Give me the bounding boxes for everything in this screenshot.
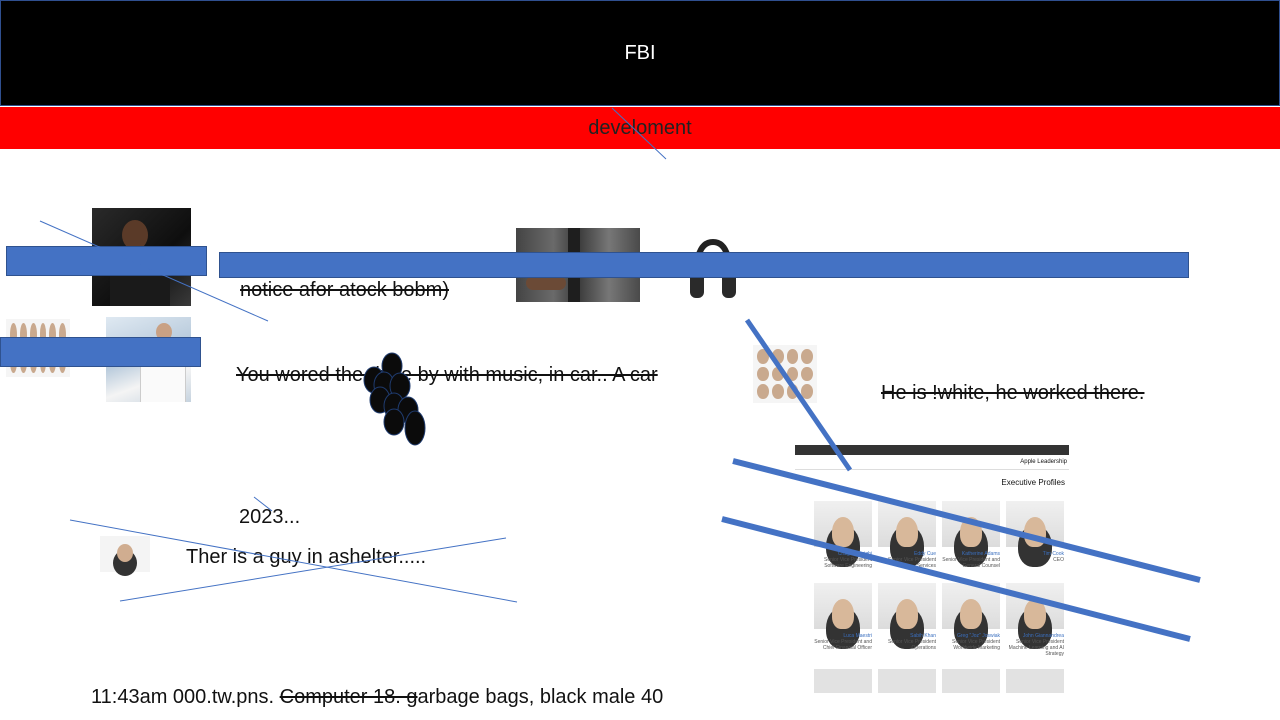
- exec-card: Luca Maestri Senior Vice President and C…: [814, 583, 872, 651]
- exec-card: Katherine Adams Senior Vice President an…: [942, 501, 1000, 569]
- header-title: FBI: [624, 42, 656, 64]
- redaction-bar: [6, 246, 207, 276]
- thumbnail-grid-right: [753, 345, 817, 403]
- white-text: He is !white, he worked there.: [881, 382, 1145, 404]
- page-breadcrumb: Apple Leadership: [1020, 459, 1067, 465]
- notice-text: notice afor atock bobm): [240, 279, 449, 301]
- executive-profiles-heading: Executive Profiles: [1001, 478, 1065, 487]
- exec-card: Tim Cook CEO: [1006, 501, 1064, 563]
- exec-card: Eddy Cue Senior Vice President Services: [878, 501, 936, 569]
- redaction-bar: [0, 337, 201, 367]
- exec-card: Sabih Khan Senior Vice President Operati…: [878, 583, 936, 651]
- year-text: 2023...: [239, 506, 301, 528]
- leadership-page-screenshot: Apple Leadership Executive Profiles Tim …: [795, 445, 1069, 693]
- footer-struck: Computer 18. g: [279, 686, 418, 708]
- site-nav-bar: [795, 445, 1069, 455]
- exec-card: Greg "Joz" Joswiak Senior Vice President…: [942, 583, 1000, 651]
- redaction-bar: [219, 252, 1189, 278]
- exec-row-partial: [814, 669, 1064, 693]
- footer-suffix: arbage bags, black male 40: [417, 686, 664, 708]
- small-portrait: [100, 536, 150, 572]
- exec-card: Craig Federighi Senior Vice President So…: [814, 501, 872, 569]
- shelter-text: Ther is a guy in ashelter.....: [186, 546, 427, 568]
- footer-note: 11:43am 000.tw.pns. Computer 18. garbage…: [91, 686, 663, 709]
- car-text: You wored the drive by with music, in ca…: [236, 364, 658, 386]
- footer-prefix: 11:43am 000.tw.pns.: [91, 686, 280, 708]
- subheader-title: develoment: [588, 117, 692, 139]
- exec-card: John Giannandrea Senior Vice President M…: [1006, 583, 1064, 657]
- black-ovals-cluster: [363, 352, 426, 446]
